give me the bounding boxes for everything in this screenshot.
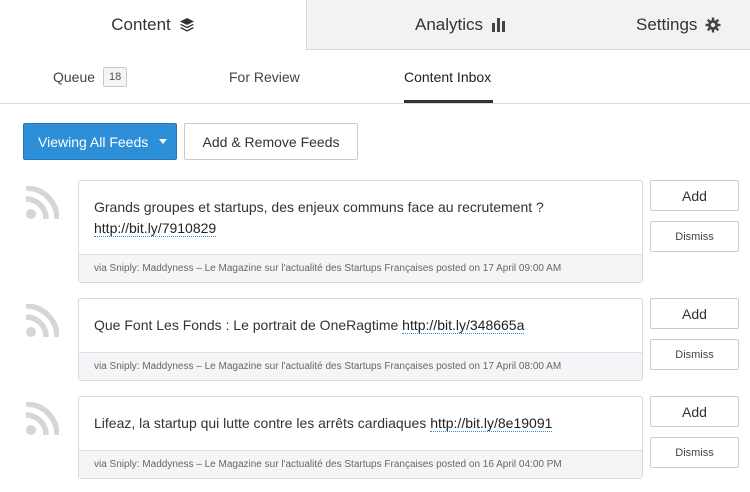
queue-count-badge: 18 (103, 67, 128, 87)
tab-queue[interactable]: Queue 18 (53, 50, 128, 104)
add-button[interactable]: Add (650, 180, 739, 211)
add-remove-feeds-button[interactable]: Add & Remove Feeds (184, 123, 358, 160)
feed-link[interactable]: http://bit.ly/7910829 (94, 219, 217, 237)
feed-meta: via Sniply: Maddyness – Le Magazine sur … (79, 450, 642, 478)
gear-icon (705, 17, 721, 33)
bar-chart-icon (491, 17, 507, 33)
rss-icon (25, 185, 60, 220)
dismiss-button[interactable]: Dismiss (650, 339, 739, 370)
feed-content: Grands groupes et startups, des enjeux c… (79, 181, 642, 254)
tab-analytics[interactable]: Analytics (306, 0, 616, 50)
active-tab-underline (404, 100, 493, 103)
rss-icon (25, 401, 60, 436)
tab-content-inbox[interactable]: Content Inbox (404, 50, 491, 104)
tab-content[interactable]: Content (0, 0, 306, 50)
viewing-all-feeds-label: Viewing All Feeds (38, 133, 149, 150)
tab-analytics-label: Analytics (414, 15, 484, 34)
add-button[interactable]: Add (650, 396, 739, 427)
tab-queue-label: Queue (53, 69, 96, 85)
feed-card: Lifeaz, la startup qui lutte contre les … (78, 396, 643, 479)
tab-for-review-label: For Review (229, 69, 300, 85)
add-button[interactable]: Add (650, 298, 739, 329)
top-tabs: Content Analytics Settings (0, 0, 750, 50)
caret-down-icon (159, 139, 168, 144)
feed-text: Grands groupes et startups, des enjeux c… (94, 198, 544, 215)
feed-card: Que Font Les Fonds : Le portrait de OneR… (78, 298, 643, 381)
tab-content-inbox-label: Content Inbox (404, 69, 492, 85)
feed-text: Que Font Les Fonds : Le portrait de OneR… (94, 317, 399, 333)
layers-icon (179, 17, 195, 33)
sub-tabs: Queue 18 For Review Content Inbox (0, 50, 750, 104)
rss-icon (25, 303, 60, 338)
feed-link[interactable]: http://bit.ly/8e19091 (430, 415, 553, 432)
viewing-all-feeds-dropdown[interactable]: Viewing All Feeds (23, 123, 177, 160)
feed-card: Grands groupes et startups, des enjeux c… (78, 180, 643, 283)
feed-link[interactable]: http://bit.ly/348665a (402, 317, 525, 334)
tab-settings[interactable]: Settings (616, 0, 750, 50)
feed-content: Lifeaz, la startup qui lutte contre les … (79, 397, 642, 450)
feed-meta: via Sniply: Maddyness – Le Magazine sur … (79, 254, 642, 282)
tab-for-review[interactable]: For Review (229, 50, 300, 104)
dismiss-button[interactable]: Dismiss (650, 437, 739, 468)
dismiss-button[interactable]: Dismiss (650, 221, 739, 252)
tab-settings-label: Settings (636, 15, 698, 34)
feed-meta: via Sniply: Maddyness – Le Magazine sur … (79, 352, 642, 380)
feed-content: Que Font Les Fonds : Le portrait de OneR… (79, 299, 642, 352)
tab-content-label: Content (111, 15, 171, 34)
feed-text: Lifeaz, la startup qui lutte contre les … (94, 415, 427, 431)
